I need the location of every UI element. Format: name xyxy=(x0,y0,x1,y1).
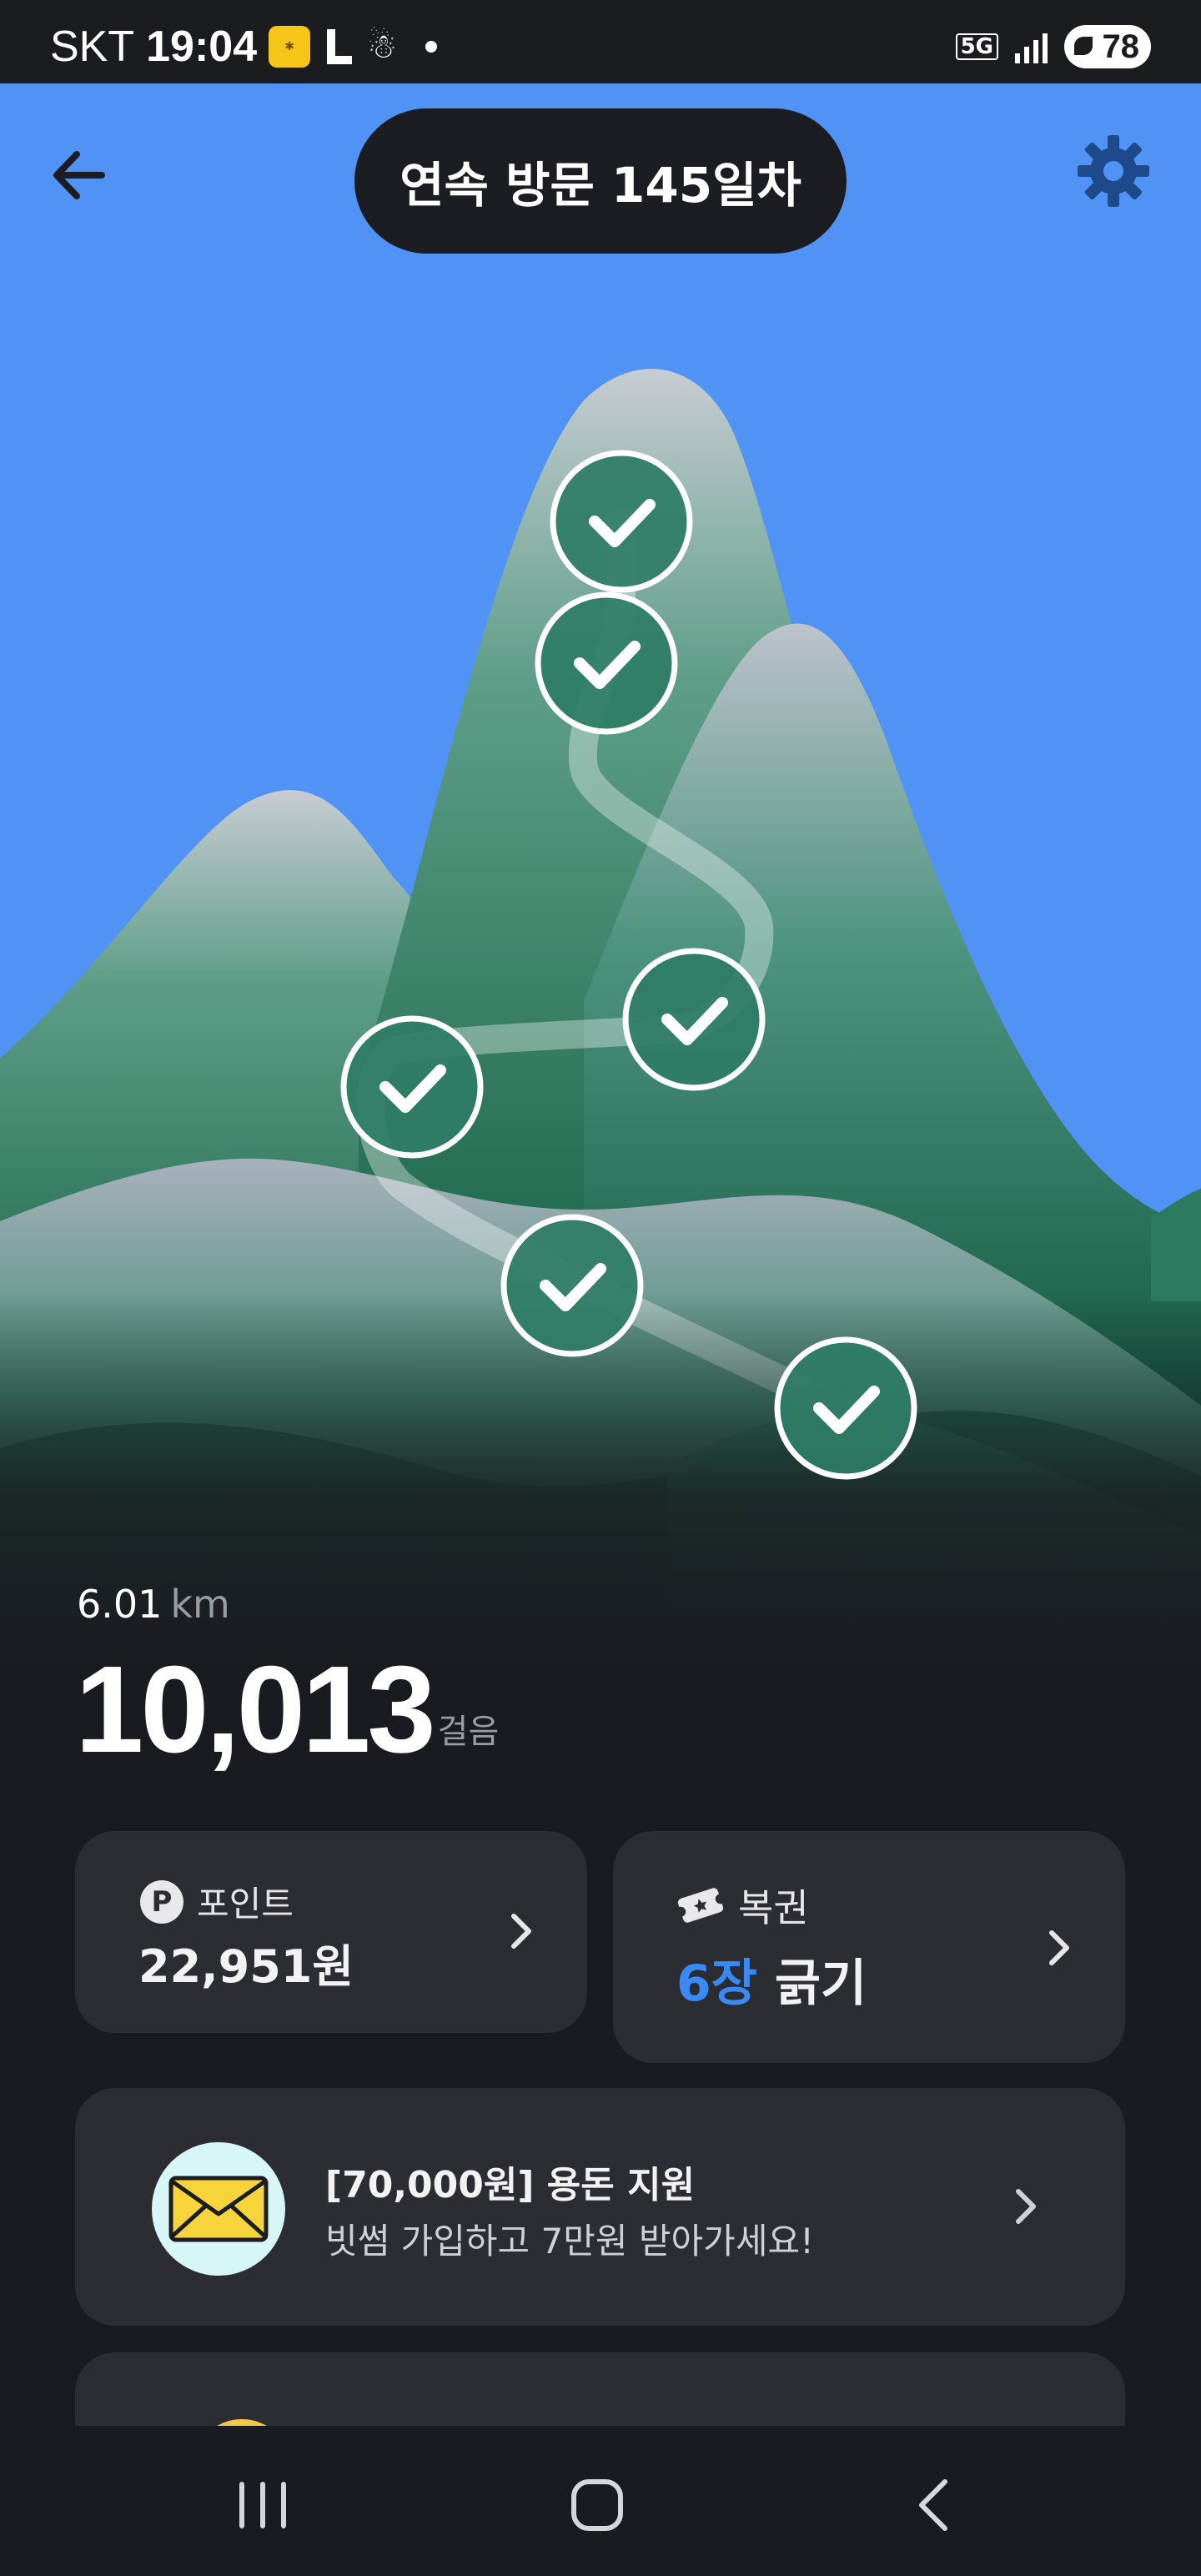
more-notifications-icon xyxy=(425,41,437,53)
step-count-value: 10,013 xyxy=(75,1641,436,1779)
ticket-icon xyxy=(676,1888,725,1923)
checkpoint-check-icon xyxy=(622,948,766,1091)
points-value: 22,951원 xyxy=(138,1940,354,1993)
back-arrow-icon[interactable] xyxy=(42,138,117,213)
chevron-right-icon xyxy=(1016,2189,1036,2224)
points-label: 포인트 xyxy=(197,1884,294,1924)
envelope-icon xyxy=(152,2142,285,2276)
promo-title: [70,000원] 용돈 지원 xyxy=(325,2164,696,2206)
network-icon: 5G xyxy=(955,33,998,60)
distance-unit: km xyxy=(170,1582,230,1627)
step-count-unit: 걸음 xyxy=(437,1713,500,1751)
home-button[interactable] xyxy=(559,2472,634,2538)
checkpoint-check-icon xyxy=(550,450,693,593)
ticket-scratch-action: 긁기 xyxy=(774,1955,867,2013)
chevron-right-icon xyxy=(511,1914,531,1949)
points-card[interactable]: P 포인트 22,951원 xyxy=(75,1831,587,2033)
chevron-right-icon xyxy=(1049,1930,1069,1965)
battery-level: 78 xyxy=(1102,28,1140,65)
checkpoint-check-icon xyxy=(340,1015,484,1159)
checkpoint-check-icon xyxy=(500,1214,644,1357)
ticket-label: 복권 xyxy=(738,1885,809,1930)
l-app-icon xyxy=(322,26,355,68)
distance-readout: 6.01 km xyxy=(77,1582,230,1627)
gear-icon[interactable] xyxy=(1076,133,1151,209)
promo-card[interactable]: [70,000원] 용돈 지원 빗썸 가입하고 7만원 받아가세요! xyxy=(75,2088,1125,2326)
distance-value: 6.01 xyxy=(77,1582,163,1627)
back-button[interactable] xyxy=(897,2472,972,2538)
checkpoint-check-icon xyxy=(774,1336,917,1480)
bank-app-icon: ✱ xyxy=(269,26,311,68)
clock: 19:04 xyxy=(146,23,258,71)
battery-icon: 78 xyxy=(1064,25,1151,68)
promo-subtitle: 빗썸 가입하고 7만원 받아가세요! xyxy=(325,2221,814,2262)
status-bar: SKT 19:04 ✱ ☃ 5G 78 xyxy=(0,0,1201,83)
mascot-icon: ☃ xyxy=(367,28,397,66)
point-icon: P xyxy=(140,1879,183,1924)
recent-apps-button[interactable] xyxy=(225,2472,300,2538)
ticket-count: 6장 xyxy=(676,1955,757,2013)
ticket-status: 6장 긁기 xyxy=(676,1943,867,2015)
carrier-label: SKT xyxy=(50,23,135,71)
lottery-ticket-card[interactable]: 복권 6장 긁기 xyxy=(613,1831,1125,2063)
checkpoint-check-icon xyxy=(535,591,678,735)
step-count: 10,013 걸음 xyxy=(75,1648,499,1773)
system-nav-bar xyxy=(0,2426,1201,2576)
visit-streak-badge: 연속 방문 145일차 xyxy=(354,108,847,254)
signal-icon xyxy=(1015,30,1048,63)
